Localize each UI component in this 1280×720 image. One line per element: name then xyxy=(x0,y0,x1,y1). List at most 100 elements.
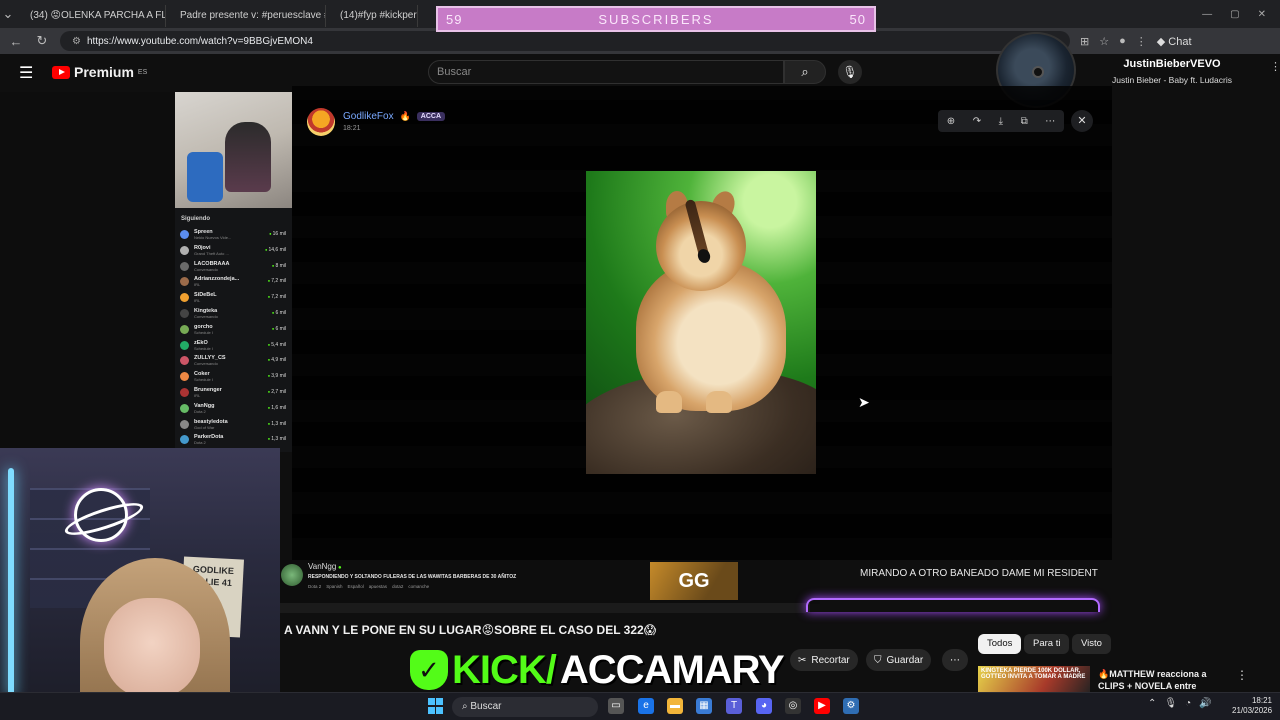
neon-light xyxy=(8,468,14,698)
gg-thumbnail[interactable]: GG xyxy=(650,562,738,600)
close-window-icon[interactable]: ✕ xyxy=(1258,9,1266,20)
chip-visto[interactable]: Visto xyxy=(1072,634,1111,654)
reload-icon[interactable]: ↻ xyxy=(34,33,50,49)
file-explorer-icon[interactable]: ▬ xyxy=(667,698,683,714)
following-item[interactable]: zEkOSchedule I5,4 mil xyxy=(180,339,288,353)
following-item[interactable]: BrunengerIRL2,7 mil xyxy=(180,386,288,400)
bookmark-star-icon[interactable]: ☆ xyxy=(1099,35,1109,48)
recommendation-more-icon[interactable]: ⋮ xyxy=(1236,668,1248,682)
following-item[interactable]: gorchoSchedule I6 mil xyxy=(180,323,288,337)
edge-icon[interactable]: e xyxy=(638,698,654,714)
more-actions-button[interactable]: ⋯ xyxy=(942,649,968,671)
channel-avatar xyxy=(180,309,189,318)
following-item[interactable]: R0joviGrand Theft Auto ...14,6 mil xyxy=(180,244,288,258)
site-info-icon[interactable]: ⚙ xyxy=(72,36,81,47)
open-external-icon[interactable]: ⧉ xyxy=(1021,116,1028,127)
taskbar-search[interactable]: ⌕ Buscar xyxy=(452,697,598,717)
following-item[interactable]: VanNggDota 21,6 mil xyxy=(180,402,288,416)
image-toolbar: ⊕ ↷ ⤓ ⧉ ⋯ xyxy=(938,110,1064,132)
subscriber-count: 59 xyxy=(446,11,463,27)
stream-tag[interactable]: Dota 2 xyxy=(308,584,321,589)
save-button[interactable]: ⛉ Guardar xyxy=(866,649,932,671)
viewer-count: 7,2 mil xyxy=(268,278,286,284)
extensions-icon[interactable]: ⊞ xyxy=(1080,35,1089,48)
stream-tag[interactable]: dota2 xyxy=(392,584,403,589)
following-item[interactable]: beastyledotaGod of War1,3 mil xyxy=(180,418,288,432)
url-field[interactable]: ⚙ https://www.youtube.com/watch?v=9BBGjv… xyxy=(60,31,1070,51)
youtube-app-icon[interactable]: ▶ xyxy=(814,698,830,714)
store-icon[interactable]: ▦ xyxy=(696,698,712,714)
stream-tag[interactable]: Spanish xyxy=(326,584,342,589)
following-item[interactable]: KingtekaConversando6 mil xyxy=(180,307,288,321)
viewer-count: 1,3 mil xyxy=(268,436,286,442)
tab-list-chevron-icon[interactable]: ⌄ xyxy=(0,6,16,22)
menu-icon[interactable]: ⋮ xyxy=(1136,35,1147,48)
user-avatar[interactable] xyxy=(307,108,335,136)
taskbar-clock[interactable]: 18:21 21/03/2026 xyxy=(1232,696,1272,716)
microphone-icon: 🎙 xyxy=(842,65,858,79)
channel-name[interactable]: VanNgg xyxy=(308,562,342,571)
channel-avatar xyxy=(180,403,189,413)
back-icon[interactable]: ← xyxy=(8,34,24,49)
voice-search-button[interactable]: 🎙 xyxy=(838,60,862,84)
search-button[interactable]: ⌕ xyxy=(784,60,826,84)
following-item[interactable]: CokerSchedule I3,9 mil xyxy=(180,370,288,384)
channel-category: Dota 2 xyxy=(194,408,206,414)
task-view-icon[interactable]: ▭ xyxy=(608,698,624,714)
close-icon: ✕ xyxy=(1077,115,1087,127)
chipmunk-image[interactable] xyxy=(586,171,816,474)
channel-avatar xyxy=(180,388,189,397)
obs-icon[interactable]: ◎ xyxy=(785,698,801,714)
browser-tab-2[interactable]: Padre presente v: #peruesclave #c ✕ xyxy=(166,4,326,27)
hamburger-menu-icon[interactable]: ☰ xyxy=(19,63,33,83)
maximize-icon[interactable]: ▢ xyxy=(1230,9,1239,20)
following-item[interactable]: Adrianzzondeja...IRL 7,2 mil xyxy=(180,275,288,289)
more-options-icon[interactable]: ⋮ xyxy=(1270,60,1280,73)
system-tray: ⌃ 🎙 ◔ 🔊 xyxy=(1148,698,1212,709)
save-label: Guardar xyxy=(886,654,924,666)
browser-tab-1[interactable]: (34) 😡OLENKA PARCHA A FLAPA ✕ xyxy=(16,4,166,27)
volume-icon[interactable]: 🔊 xyxy=(1199,698,1211,709)
stream-tag[interactable]: comanche xyxy=(408,584,429,589)
recommendation-title[interactable]: 🔥MATTHEW reacciona a CLIPS + NOVELA entr… xyxy=(1098,668,1228,692)
now-playing-song: Justin Bieber - Baby ft. Ludacris xyxy=(1111,75,1232,85)
discord-icon[interactable]: ◕ xyxy=(756,698,772,714)
following-item[interactable]: SiDeBeLIRL7,2 mil xyxy=(180,291,288,305)
mic-tray-icon[interactable]: 🎙 xyxy=(1164,698,1177,709)
following-item[interactable]: LACOBRAAAConversando8 mil xyxy=(180,260,288,274)
zoom-icon[interactable]: ⊕ xyxy=(947,116,955,127)
copilot-chat-button[interactable]: ◆ Chat xyxy=(1157,35,1192,48)
viewer-count: 16 mil xyxy=(269,231,286,237)
search-icon: ⌕ xyxy=(801,64,809,79)
stream-preview[interactable] xyxy=(175,92,292,208)
viewer-count: 3,9 mil xyxy=(268,373,286,379)
forward-icon[interactable]: ↷ xyxy=(973,116,981,127)
search-input[interactable]: Buscar xyxy=(428,60,784,84)
profile-icon[interactable]: ● xyxy=(1119,35,1126,47)
minimize-icon[interactable]: — xyxy=(1202,9,1212,20)
chip-para-ti[interactable]: Para ti xyxy=(1024,634,1070,654)
tray-chevron-icon[interactable]: ⌃ xyxy=(1148,698,1156,709)
wifi-icon[interactable]: ◔ xyxy=(1185,698,1191,709)
download-icon[interactable]: ⤓ xyxy=(999,116,1003,127)
youtube-logo[interactable]: Premium ES xyxy=(52,64,147,80)
chip-todos[interactable]: Todos xyxy=(978,634,1022,654)
channel-avatar xyxy=(180,261,189,271)
channel-avatar[interactable] xyxy=(281,564,303,586)
clip-button[interactable]: ✂ Recortar xyxy=(790,649,858,671)
teams-icon[interactable]: T xyxy=(726,698,742,714)
discord-username[interactable]: GodlikeFox 🔥 ACCA xyxy=(343,111,446,122)
paw xyxy=(656,391,682,413)
channel-category: IRL xyxy=(194,393,201,398)
following-item[interactable]: SpreenNekio Nuevos Vide...16 mil xyxy=(180,228,288,242)
stream-tag[interactable]: apuestas xyxy=(369,584,387,589)
windows-start-icon[interactable] xyxy=(428,698,444,714)
settings-icon[interactable]: ⚙ xyxy=(843,698,859,714)
close-viewer-button[interactable]: ✕ xyxy=(1071,110,1093,132)
more-icon[interactable]: ⋯ xyxy=(1045,116,1055,127)
stream-tag[interactable]: Español xyxy=(348,584,364,589)
browser-tab-3[interactable]: (14)#fyp #kickperu xyxy=(326,4,418,27)
following-item[interactable]: ParkerDotaDota 21,3 mil xyxy=(180,433,288,447)
following-item[interactable]: ZULLYY_CSConversando4,9 mil xyxy=(180,354,288,368)
video-title: A VANN Y LE PONE EN SU LUGAR😡SOBRE EL CA… xyxy=(284,623,657,637)
